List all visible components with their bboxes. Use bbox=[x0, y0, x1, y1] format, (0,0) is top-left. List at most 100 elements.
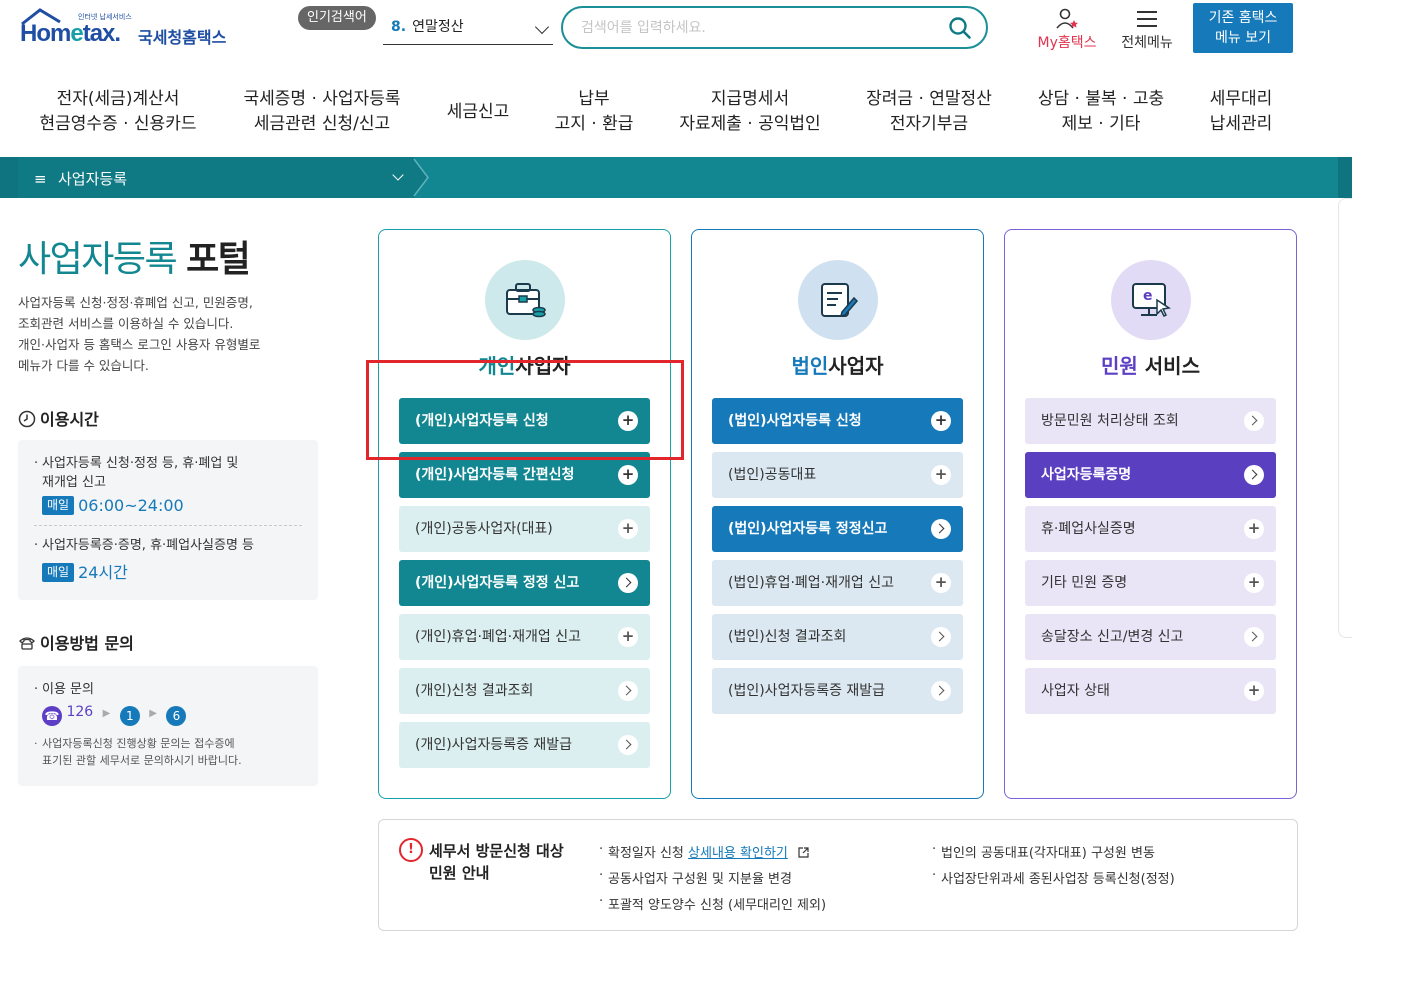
all-menu-label: 전체메뉴 bbox=[1121, 35, 1173, 51]
logo-wordmark: Hometax. bbox=[20, 20, 121, 47]
registration-certificate-button[interactable]: 사업자등록증명 bbox=[1025, 452, 1276, 498]
hours-item-line: 재개업 신고 bbox=[42, 475, 106, 490]
hours-item: 사업자등록 신청·정정 등, 휴·폐업 및재개업 신고 bbox=[34, 454, 302, 492]
chevron-right-icon bbox=[618, 681, 638, 701]
notice-item-text: 확정일자 신청 bbox=[608, 846, 684, 861]
button-label: (법인)휴업·폐업·재개업 신고 bbox=[728, 575, 894, 591]
page-title-part2: 포털 bbox=[186, 239, 251, 280]
page-title: 사업자등록 포털 bbox=[18, 230, 251, 282]
gnb-item-consult[interactable]: 상담 · 불복 · 고충 제보 · 기타 bbox=[1032, 87, 1170, 137]
notice-item: 사업장단위과세 종된사업장 등록신청(정정) bbox=[932, 868, 1175, 887]
chevron-right-icon bbox=[931, 519, 951, 539]
card-title-highlight: 민원 bbox=[1101, 354, 1138, 378]
individual-correction-button[interactable]: (개인)사업자등록 정정 신고 bbox=[399, 560, 650, 606]
plus-icon: + bbox=[931, 411, 951, 431]
corporate-reissue-button[interactable]: (법인)사업자등록증 재발급 bbox=[712, 668, 963, 714]
plus-icon: + bbox=[931, 465, 951, 485]
corporate-correction-button[interactable]: (법인)사업자등록 정정신고 bbox=[712, 506, 963, 552]
phone-icon bbox=[19, 637, 35, 650]
individual-joint-business-button[interactable]: (개인)공동사업자(대표) + bbox=[399, 506, 650, 552]
notice-item: 공동사업자 구성원 및 지분율 변경 bbox=[599, 868, 792, 887]
highlight-annotation bbox=[366, 360, 684, 460]
visit-status-inquiry-button[interactable]: 방문민원 처리상태 조회 bbox=[1025, 398, 1276, 444]
phone-call-icon: ☎ bbox=[42, 706, 62, 726]
search-icon[interactable] bbox=[948, 16, 972, 40]
corporate-card-title: 법인사업자 bbox=[692, 350, 983, 379]
search-box bbox=[561, 6, 988, 49]
phone-step: 6 bbox=[166, 706, 187, 726]
business-status-button[interactable]: 사업자 상태 + bbox=[1025, 668, 1276, 714]
individual-result-inquiry-button[interactable]: (개인)신청 결과조회 bbox=[399, 668, 650, 714]
civil-service-card: e 민원 서비스 방문민원 처리상태 조회 사업자등록증명 휴·폐업사실증명 + … bbox=[1004, 229, 1297, 799]
button-label: (개인)사업자등록 간편신청 bbox=[415, 467, 575, 483]
corporate-joint-representative-button[interactable]: (법인)공동대표 + bbox=[712, 452, 963, 498]
notice-title: 세무서 방문신청 대상 민원 안내 bbox=[429, 840, 589, 884]
briefcase-icon bbox=[485, 260, 565, 340]
gnb-item-tax-return[interactable]: 세금신고 bbox=[440, 100, 516, 125]
hours-title-text: 이용시간 bbox=[40, 410, 99, 429]
inquiry-note: 사업자등록신청 진행상황 문의는 접수증에표기된 관할 세무서로 문의하시기 바… bbox=[34, 735, 302, 769]
popular-search-select[interactable]: 8. 연말정산 bbox=[383, 12, 553, 45]
other-certificate-button[interactable]: 기타 민원 증명 + bbox=[1025, 560, 1276, 606]
corporate-registration-apply-button[interactable]: (법인)사업자등록 신청 + bbox=[712, 398, 963, 444]
external-link-icon[interactable] bbox=[798, 847, 809, 858]
button-label: (법인)사업자등록 신청 bbox=[728, 413, 862, 429]
button-label: 송달장소 신고/변경 신고 bbox=[1041, 629, 1184, 645]
gnb-item-incentive[interactable]: 장려금 · 연말정산 전자기부금 bbox=[860, 87, 998, 137]
page-description: 사업자등록 신청·정정·휴폐업 신고, 민원증명, 조회관련 서비스를 이용하실… bbox=[18, 292, 318, 376]
hometax-logo[interactable]: 인터넷 납세서비스 Hometax. 국세청홈택스 bbox=[20, 4, 240, 52]
gnb-line1: 납부 bbox=[578, 89, 610, 109]
all-menu-button[interactable]: 전체메뉴 bbox=[1116, 8, 1178, 52]
location-bar: ≡ 사업자등록 bbox=[0, 157, 1352, 198]
closure-certificate-button[interactable]: 휴·폐업사실증명 + bbox=[1025, 506, 1276, 552]
notice-item: 포괄적 양도양수 신청 (세무대리인 제외) bbox=[599, 894, 826, 913]
gnb-item-certificates[interactable]: 국세증명 · 사업자등록 세금관련 신청/신고 bbox=[240, 87, 404, 137]
search-input[interactable] bbox=[581, 17, 921, 39]
individual-closure-report-button[interactable]: (개인)휴업·폐업·재개업 신고 + bbox=[399, 614, 650, 660]
button-label: (개인)신청 결과조회 bbox=[415, 683, 534, 699]
gnb-line2: 세금관련 신청/신고 bbox=[253, 114, 391, 134]
individual-reissue-button[interactable]: (개인)사업자등록증 재발급 bbox=[399, 722, 650, 768]
delivery-address-report-button[interactable]: 송달장소 신고/변경 신고 bbox=[1025, 614, 1276, 660]
corporate-closure-report-button[interactable]: (법인)휴업·폐업·재개업 신고 + bbox=[712, 560, 963, 606]
button-label: (개인)공동사업자(대표) bbox=[415, 521, 553, 537]
breadcrumb-separator-icon bbox=[413, 159, 429, 196]
gnb-line2: 자료제출 · 공익법인 bbox=[679, 114, 821, 134]
notice-item: 확정일자 신청 상세내용 확인하기 bbox=[599, 842, 809, 861]
menu-icon: ≡ bbox=[34, 170, 47, 188]
corporate-result-inquiry-button[interactable]: (법인)신청 결과조회 bbox=[712, 614, 963, 660]
card-title-rest: 사업자 bbox=[828, 354, 884, 378]
location-bar-strip bbox=[0, 157, 18, 198]
my-hometax-button[interactable]: My홈택스 bbox=[1032, 8, 1102, 52]
gnb-line2: 납세관리 bbox=[1209, 114, 1273, 134]
note-line: 사업자등록신청 진행상황 문의는 접수증에 bbox=[42, 737, 235, 750]
hours-item-line: 사업자등록 신청·정정 등, 휴·폐업 및 bbox=[42, 456, 239, 471]
inquiry-item: 이용 문의 bbox=[34, 680, 302, 699]
gnb-line2: 고지 · 환급 bbox=[554, 114, 634, 134]
visit-notice-box: ! 세무서 방문신청 대상민원 안내 확정일자 신청 상세내용 확인하기 공동사… bbox=[378, 819, 1298, 931]
button-label: 기타 민원 증명 bbox=[1041, 575, 1128, 591]
side-quick-panel[interactable] bbox=[1338, 198, 1352, 638]
gnb-line1: 전자(세금)계산서 bbox=[56, 89, 180, 109]
gnb-item-einvoice[interactable]: 전자(세금)계산서 현금영수증 · 신용카드 bbox=[38, 87, 198, 137]
monitor-click-icon: e bbox=[1111, 260, 1191, 340]
logo-korean-name: 국세청홈택스 bbox=[138, 28, 227, 47]
plus-icon: + bbox=[618, 519, 638, 539]
detail-link[interactable]: 상세내용 확인하기 bbox=[688, 846, 788, 861]
note-line: 표기된 관할 세무서로 문의하시기 바랍니다. bbox=[42, 754, 242, 767]
hamburger-icon bbox=[1137, 11, 1157, 27]
gnb-item-tax-agent[interactable]: 세무대리납세관리 bbox=[1200, 87, 1282, 137]
location-menu-select[interactable]: ≡ 사업자등록 bbox=[18, 157, 414, 198]
legacy-button-line1: 기존 홈택스 bbox=[1208, 10, 1278, 26]
chevron-down-icon bbox=[392, 169, 404, 181]
inquiry-section-title: 이용방법 문의 bbox=[18, 630, 134, 654]
gnb-item-payment-statement[interactable]: 지급명세서 자료제출 · 공익법인 bbox=[674, 87, 826, 137]
gnb-line1: 세무대리 bbox=[1209, 89, 1273, 109]
gnb-line1: 세금신고 bbox=[446, 102, 510, 122]
button-label: (법인)사업자등록 정정신고 bbox=[728, 521, 888, 537]
description-line: 조회관련 서비스를 이용하실 수 있습니다. bbox=[18, 316, 234, 331]
corporate-business-card: 법인사업자 (법인)사업자등록 신청 + (법인)공동대표 + (법인)사업자등록 … bbox=[691, 229, 984, 799]
legacy-hometax-button[interactable]: 기존 홈택스 메뉴 보기 bbox=[1193, 3, 1293, 53]
alert-icon: ! bbox=[399, 838, 423, 862]
gnb-item-payment[interactable]: 납부고지 · 환급 bbox=[548, 87, 640, 137]
